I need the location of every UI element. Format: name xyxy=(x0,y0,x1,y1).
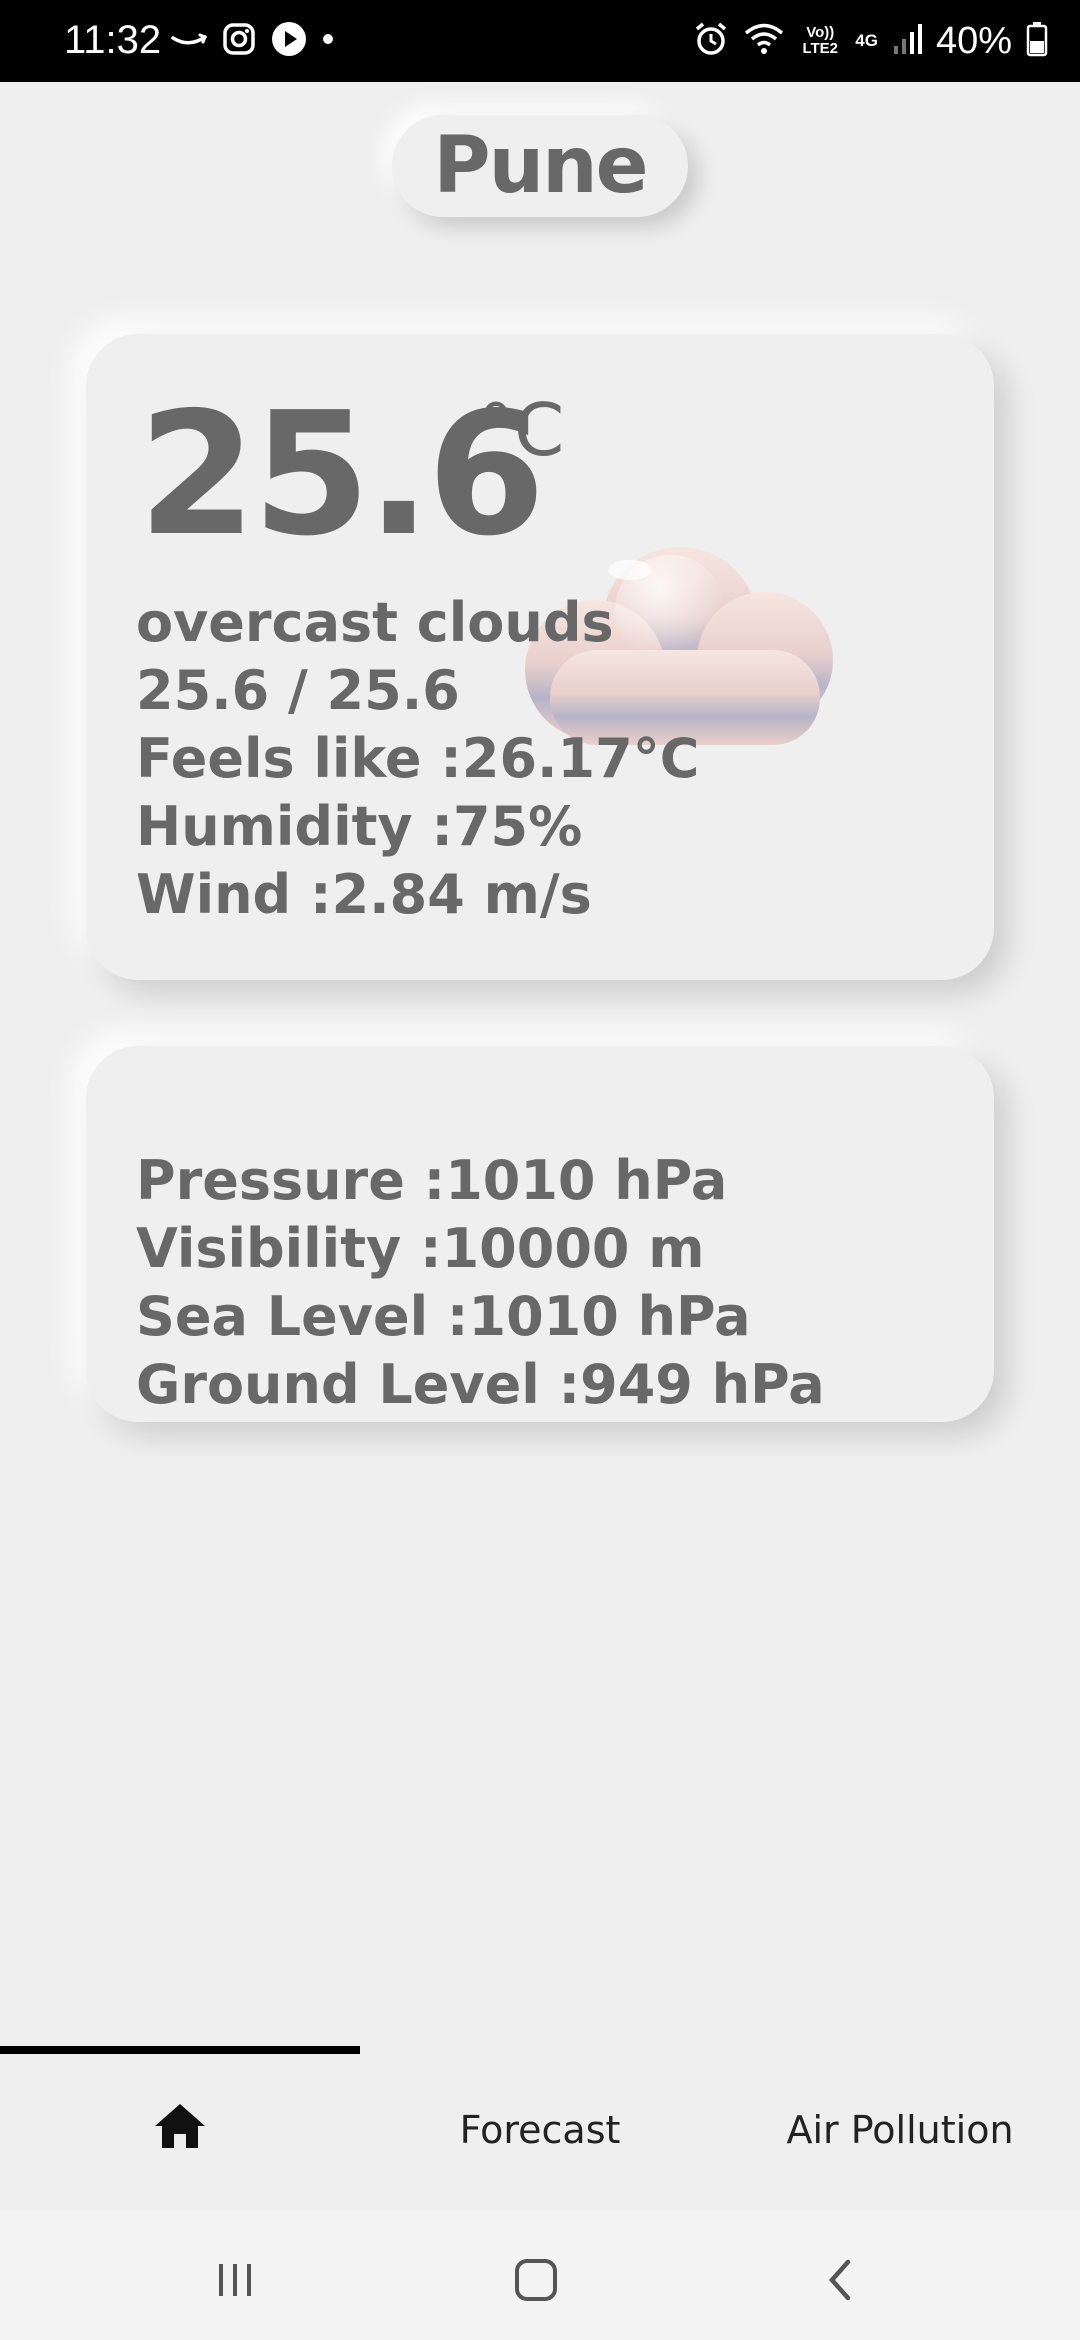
status-bar: 11:32 Vo)) LTE2 4G 40% xyxy=(0,0,1080,82)
play-icon xyxy=(270,20,308,63)
alarm-icon xyxy=(693,21,729,62)
tab-home[interactable] xyxy=(0,2070,360,2190)
pressure: Pressure :1010 hPa xyxy=(136,1149,728,1212)
back-icon[interactable] xyxy=(800,2250,880,2310)
home-icon xyxy=(152,2101,208,2160)
instagram-icon xyxy=(222,22,256,61)
visibility: Visibility :10000 m xyxy=(136,1217,705,1280)
sea-level: Sea Level :1010 hPa xyxy=(136,1285,751,1348)
status-time: 11:32 xyxy=(64,18,162,62)
tab-indicator xyxy=(0,2046,360,2054)
wind: Wind :2.84 m/s xyxy=(136,863,592,926)
system-nav-bar xyxy=(0,2210,1080,2340)
status-left-icons xyxy=(170,20,334,62)
city-name: Pune xyxy=(433,121,648,211)
min-max-temperature: 25.6 / 25.6 xyxy=(136,659,460,722)
ground-level: Ground Level :949 hPa xyxy=(136,1353,825,1416)
details-card: Pressure :1010 hPa Visibility :10000 m S… xyxy=(86,1046,994,1422)
city-pill[interactable]: Pune xyxy=(392,115,688,217)
tab-forecast[interactable]: Forecast xyxy=(360,2070,720,2190)
wifi-icon xyxy=(743,22,785,61)
signal-icon xyxy=(892,22,922,61)
4g-icon: 4G xyxy=(855,31,878,50)
battery-icon xyxy=(1026,21,1048,62)
humidity: Humidity :75% xyxy=(136,795,583,858)
home-nav-icon[interactable] xyxy=(496,2250,576,2310)
volte-icon: Vo)) LTE2 xyxy=(802,24,839,57)
recents-icon[interactable] xyxy=(195,2250,275,2310)
status-right-icons: Vo)) LTE2 4G 40% xyxy=(693,18,1048,64)
battery-percent: 40% xyxy=(935,19,1012,62)
weather-condition: overcast clouds xyxy=(136,591,614,654)
feels-like: Feels like :26.17°C xyxy=(136,727,700,790)
tab-air-pollution[interactable]: Air Pollution xyxy=(720,2070,1080,2190)
amazon-icon xyxy=(170,24,208,59)
bottom-tabs: Forecast Air Pollution xyxy=(0,2070,1080,2190)
dot-icon xyxy=(322,32,334,50)
temperature-unit: °C xyxy=(478,388,565,472)
current-weather-card: 25.6 °C overcast clouds 25.6 / 25.6 Feel… xyxy=(86,334,994,980)
